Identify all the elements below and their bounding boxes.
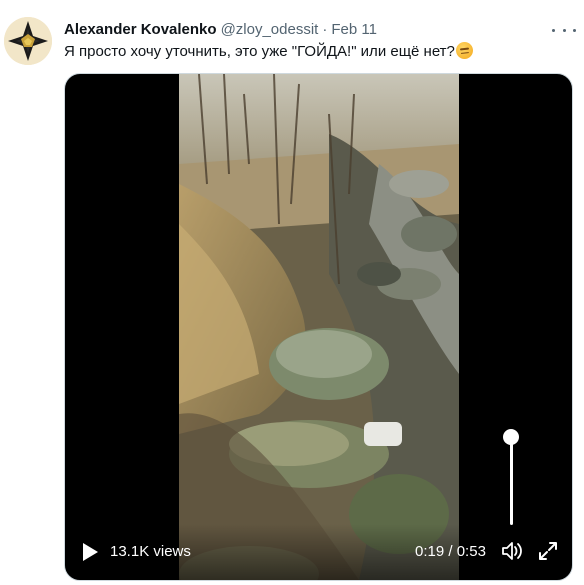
- video-frame[interactable]: [179, 74, 459, 580]
- video-controls: 13.1K views 0:19 / 0:53: [65, 524, 572, 580]
- tweet-text-container: Я просто хочу уточнить, это уже "ГОЙДА!"…: [64, 42, 564, 62]
- time-display: 0:19 / 0:53: [415, 542, 486, 562]
- volume-thumb[interactable]: [503, 429, 519, 445]
- tweet-date[interactable]: Feb 11: [331, 21, 377, 38]
- play-icon[interactable]: [80, 542, 100, 562]
- avatar[interactable]: [4, 17, 52, 65]
- thinking-face-emoji-icon: [455, 42, 473, 59]
- tweet-header: Alexander Kovalenko @zloy_odessit · Feb …: [64, 19, 377, 39]
- more-icon[interactable]: [552, 20, 576, 40]
- duration: 0:53: [456, 543, 486, 560]
- view-count: 13.1K views: [110, 543, 191, 560]
- author-handle[interactable]: @zloy_odessit: [221, 21, 319, 38]
- tweet-text: Я просто хочу уточнить, это уже "ГОЙДА!"…: [64, 43, 455, 60]
- video-player[interactable]: 13.1K views 0:19 / 0:53: [64, 73, 573, 581]
- time-separator: /: [444, 543, 457, 560]
- current-time: 0:19: [415, 543, 445, 560]
- tweet: Alexander Kovalenko @zloy_odessit · Feb …: [0, 0, 584, 585]
- volume-track[interactable]: [510, 437, 513, 525]
- volume-icon[interactable]: [501, 540, 523, 562]
- header-separator: ·: [322, 20, 328, 38]
- author-name[interactable]: Alexander Kovalenko: [64, 21, 217, 38]
- fullscreen-icon[interactable]: [537, 540, 559, 562]
- volume-slider[interactable]: [503, 429, 521, 529]
